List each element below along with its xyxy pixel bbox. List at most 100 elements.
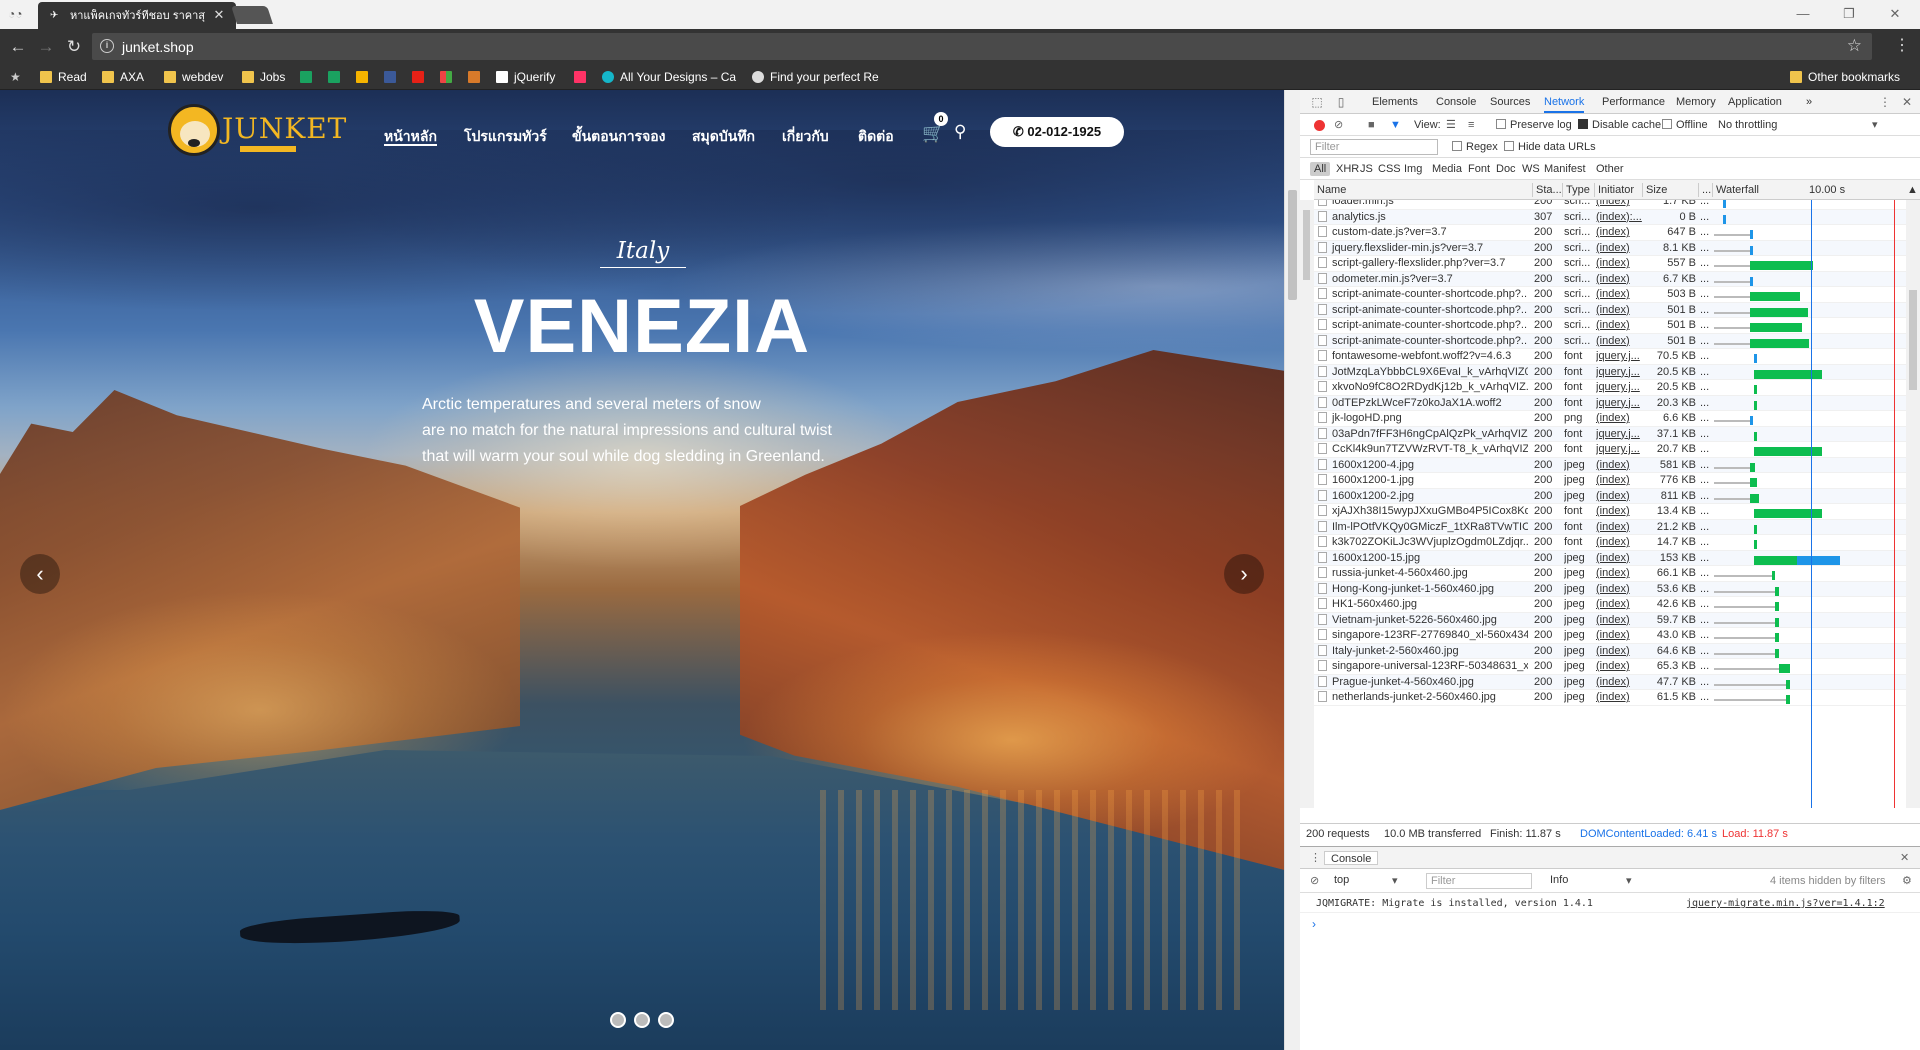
type-filter-font[interactable]: Font	[1468, 162, 1490, 176]
nav-booking-steps[interactable]: ขั้นตอนการจอง	[572, 126, 666, 146]
scrollbar-thumb[interactable]	[1303, 210, 1310, 280]
offline-checkbox[interactable]: Offline	[1662, 118, 1708, 132]
regex-checkbox[interactable]: Regex	[1452, 140, 1498, 154]
preserve-log-checkbox[interactable]: Preserve log	[1496, 118, 1572, 132]
request-initiator[interactable]: (index)	[1596, 318, 1642, 334]
slider-next-button[interactable]: ›	[1224, 554, 1264, 594]
console-message-source[interactable]: jquery-migrate.min.js?ver=1.4.1:2	[1686, 895, 1885, 913]
network-request-row[interactable]: script-gallery-flexslider.php?ver=3.7 200…	[1314, 256, 1920, 272]
forward-arrow-icon[interactable]: →	[36, 37, 56, 57]
bookmark-invision[interactable]	[574, 69, 592, 85]
network-request-row[interactable]: 1600x1200-4.jpg 200 jpeg (index) 581 KB...	[1314, 457, 1920, 474]
bookmark-grid[interactable]	[440, 69, 458, 85]
slider-dot[interactable]	[634, 1012, 650, 1028]
col-initiator[interactable]: Initiator	[1594, 183, 1642, 197]
request-initiator[interactable]: (index)	[1596, 520, 1642, 536]
network-request-row[interactable]: 1600x1200-2.jpg 200 jpeg (index) 811 KB...	[1314, 488, 1920, 504]
request-initiator[interactable]: (index)	[1596, 504, 1642, 520]
cart-icon[interactable]: 🛒	[922, 123, 944, 143]
request-initiator[interactable]: (index)	[1596, 535, 1642, 551]
col-name[interactable]: Name	[1314, 183, 1532, 197]
console-prompt-icon[interactable]: ›	[1312, 917, 1316, 931]
network-request-row[interactable]: jquery.flexslider-min.js?ver=3.7 200 scri.…	[1314, 240, 1920, 256]
request-initiator[interactable]: (index)	[1596, 473, 1642, 489]
request-initiator[interactable]: (index)	[1596, 303, 1642, 319]
request-initiator[interactable]: (index)	[1596, 659, 1642, 675]
drawer-close-icon[interactable]: ✕	[1900, 851, 1909, 865]
network-request-row[interactable]: CcKl4k9un7TZVWzRVT-T8_k_vArhqVIZ... 200 fo…	[1314, 442, 1920, 458]
checkbox-checked[interactable]	[1578, 119, 1588, 129]
nav-home[interactable]: หน้าหลัก	[384, 126, 437, 146]
network-request-row[interactable]: singapore-123RF-27769840_xl-560x434... 20…	[1314, 628, 1920, 644]
network-filter-input[interactable]: Filter	[1310, 139, 1438, 155]
tab-sources[interactable]: Sources	[1490, 95, 1530, 113]
bookmark-mountain[interactable]	[468, 69, 486, 85]
site-logo[interactable]: JUNKET	[168, 104, 346, 160]
bookmark-jobs[interactable]: Jobs	[242, 69, 285, 85]
tab-close-icon[interactable]: ✕	[212, 8, 226, 22]
bookmark-facebook[interactable]	[384, 69, 402, 85]
network-request-row[interactable]: JotMzqLaYbbbCL9X6EvaI_k_vArhqVIZ0... 200 f…	[1314, 364, 1920, 381]
request-initiator[interactable]: (index)	[1596, 256, 1642, 272]
request-initiator[interactable]: (index)	[1596, 628, 1642, 644]
network-request-row[interactable]: 1600x1200-15.jpg 200 jpeg (index) 153 KB...	[1314, 550, 1920, 566]
network-request-row[interactable]: 03aPdn7fFF3H6ngCpAlQzPk_vArhqVIZ... 200 fo…	[1314, 426, 1920, 442]
network-request-row[interactable]: script-animate-counter-shortcode.php?...…	[1314, 318, 1920, 334]
device-toolbar-icon[interactable]: ▯	[1334, 95, 1348, 109]
network-request-row[interactable]: Vietnam-junket-5226-560x460.jpg 200 jpeg (i…	[1314, 612, 1920, 629]
console-settings-gear-icon[interactable]: ⚙	[1902, 874, 1912, 888]
request-initiator[interactable]: (index)	[1596, 613, 1642, 629]
sort-up-icon[interactable]: ▲	[1904, 183, 1918, 197]
request-initiator[interactable]: (index)	[1596, 675, 1642, 691]
type-filter-img[interactable]: Img	[1404, 162, 1422, 176]
request-initiator[interactable]: (index)	[1596, 334, 1642, 350]
bookmark-axa[interactable]: AXA	[102, 69, 144, 85]
tab-performance[interactable]: Performance	[1602, 95, 1665, 113]
col-more[interactable]: ...	[1698, 183, 1712, 197]
network-request-row[interactable]: script-animate-counter-shortcode.php?...…	[1314, 287, 1920, 303]
request-initiator[interactable]: jquery.j...	[1596, 380, 1642, 396]
network-request-row[interactable]: analytics.js 307 scri... (index):... 0 B...	[1314, 209, 1920, 226]
request-initiator[interactable]: (index)	[1596, 287, 1642, 303]
request-initiator[interactable]: (index)	[1596, 597, 1642, 613]
network-request-row[interactable]: jk-logoHD.png 200 png (index) 6.6 KB...	[1314, 411, 1920, 427]
bookmark-webdev[interactable]: webdev	[164, 69, 223, 85]
log-level-select[interactable]: Info	[1546, 873, 1616, 889]
context-select[interactable]: top	[1330, 873, 1410, 889]
network-request-row[interactable]: Italy-junket-2-560x460.jpg 200 jpeg (index)…	[1314, 643, 1920, 659]
minimize-icon[interactable]: —	[1788, 4, 1818, 24]
col-size[interactable]: Size	[1642, 183, 1698, 197]
col-waterfall[interactable]: Waterfall	[1712, 183, 1806, 197]
request-initiator[interactable]: (index)	[1596, 458, 1642, 474]
network-request-row[interactable]: loader.min.js 200 scri... (index) 1.7 KB...	[1314, 200, 1920, 210]
request-initiator[interactable]: (index)	[1596, 411, 1642, 427]
network-request-row[interactable]: Hong-Kong-junket-1-560x460.jpg 200 jpeg (in…	[1314, 581, 1920, 597]
inspect-element-icon[interactable]: ⬚	[1310, 95, 1324, 109]
request-initiator[interactable]: (index)	[1596, 225, 1642, 241]
type-filter-all[interactable]: All	[1310, 162, 1331, 176]
back-arrow-icon[interactable]: ←	[8, 37, 28, 57]
window-close-icon[interactable]: ✕	[1880, 4, 1910, 24]
record-icon[interactable]	[1314, 120, 1325, 131]
request-initiator[interactable]: jquery.j...	[1596, 365, 1642, 381]
chevron-down-icon[interactable]: ▾	[1392, 874, 1398, 888]
checkbox[interactable]	[1452, 141, 1462, 151]
col-type[interactable]: Type	[1562, 183, 1594, 197]
network-left-scrollbar[interactable]	[1300, 200, 1314, 808]
tab-memory[interactable]: Memory	[1676, 95, 1716, 113]
request-initiator[interactable]: (index):...	[1596, 210, 1642, 226]
slider-dot[interactable]	[658, 1012, 674, 1028]
tab-elements[interactable]: Elements	[1372, 95, 1418, 113]
bookmark-find-your-perfect[interactable]: Find your perfect Re	[752, 69, 879, 85]
chevron-down-icon[interactable]: ▾	[1872, 118, 1878, 132]
request-initiator[interactable]: (index)	[1596, 566, 1642, 582]
phone-button[interactable]: ✆ 02-012-1925	[990, 117, 1124, 147]
col-status[interactable]: Sta...	[1532, 183, 1562, 197]
tab-network[interactable]: Network	[1544, 95, 1585, 113]
network-request-row[interactable]: xjAJXh38I15wypJXxuGMBo4P5ICox8Kq... 200 fo…	[1314, 504, 1920, 520]
bookmark-all-your-designs[interactable]: All Your Designs – Ca	[602, 69, 736, 85]
drawer-tab-console[interactable]: Console	[1324, 851, 1379, 865]
url-text[interactable]: junket.shop	[122, 39, 194, 55]
nav-contact[interactable]: ติดต่อ	[858, 126, 894, 146]
slider-prev-button[interactable]: ‹	[20, 554, 60, 594]
